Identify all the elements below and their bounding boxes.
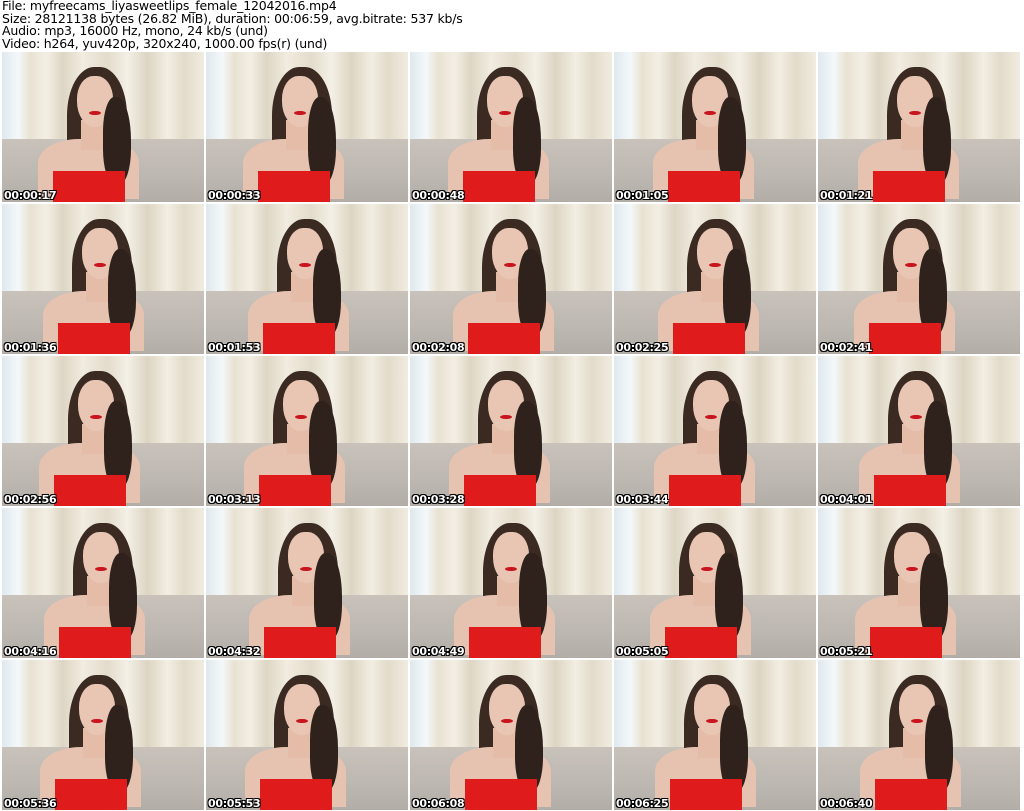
person <box>208 204 408 354</box>
video-thumbnail: 00:00:48 <box>410 52 612 202</box>
video-thumbnail: 00:04:49 <box>410 508 612 658</box>
person <box>818 204 1016 354</box>
timestamp: 00:03:28 <box>412 493 465 506</box>
timestamp: 00:03:13 <box>208 493 261 506</box>
video-thumbnail: 00:04:16 <box>2 508 204 658</box>
timestamp: 00:05:36 <box>4 797 57 810</box>
person <box>209 508 408 658</box>
timestamp: 00:05:05 <box>616 645 669 658</box>
timestamp: 00:04:32 <box>208 645 261 658</box>
person <box>410 660 612 810</box>
person <box>614 52 815 202</box>
thumbnail-grid: 00:00:17 00:00:33 00:00:48 00:01:05 00:01:21… <box>2 52 1022 810</box>
person <box>206 356 406 506</box>
video-thumbnail: 00:02:41 <box>818 204 1020 354</box>
timestamp: 00:06:25 <box>616 797 669 810</box>
timestamp: 00:03:44 <box>616 493 669 506</box>
timestamp: 00:04:16 <box>4 645 57 658</box>
timestamp: 00:02:41 <box>820 341 873 354</box>
person <box>413 204 612 354</box>
person <box>820 660 1020 810</box>
video-thumbnail: 00:03:13 <box>206 356 408 506</box>
video-thumbnail: 00:05:53 <box>206 660 408 810</box>
video-thumbnail: 00:06:08 <box>410 660 612 810</box>
person <box>206 660 407 810</box>
timestamp: 00:05:53 <box>208 797 261 810</box>
video-thumbnail: 00:06:25 <box>614 660 816 810</box>
person <box>3 204 204 354</box>
timestamp: 00:00:33 <box>208 189 261 202</box>
timestamp: 00:01:05 <box>616 189 669 202</box>
person <box>4 508 204 658</box>
person <box>2 52 200 202</box>
video-thumbnail: 00:02:25 <box>614 204 816 354</box>
video-thumbnail: 00:00:33 <box>206 52 408 202</box>
video-thumbnail: 00:00:17 <box>2 52 204 202</box>
video-thumbnail: 00:05:05 <box>614 508 816 658</box>
video-thumbnail: 00:03:44 <box>614 356 816 506</box>
video-thumbnail: 00:03:28 <box>410 356 612 506</box>
video-thumbnail: 00:01:53 <box>206 204 408 354</box>
person <box>818 508 1017 658</box>
person <box>410 52 610 202</box>
person <box>818 52 1020 202</box>
person <box>819 356 1020 506</box>
person <box>618 204 816 354</box>
video-thumbnail: 00:04:32 <box>206 508 408 658</box>
timestamp: 00:00:48 <box>412 189 465 202</box>
person <box>615 660 816 810</box>
timestamp: 00:06:40 <box>820 797 873 810</box>
video-thumbnail: 00:04:01 <box>818 356 1020 506</box>
timestamp: 00:02:08 <box>412 341 465 354</box>
person <box>2 660 202 810</box>
person <box>614 356 816 506</box>
video-info: Video: h264, yuv420p, 320x240, 1000.00 f… <box>2 35 328 51</box>
timestamp: 00:01:36 <box>4 341 57 354</box>
person <box>614 508 812 658</box>
timestamp: 00:00:17 <box>4 189 57 202</box>
timestamp: 00:04:49 <box>412 645 465 658</box>
video-thumbnail: 00:01:36 <box>2 204 204 354</box>
timestamp: 00:04:01 <box>820 493 873 506</box>
timestamp: 00:02:56 <box>4 493 57 506</box>
file-info-header: File: myfreecams_liyasweetlips_female_12… <box>2 0 463 50</box>
timestamp: 00:06:08 <box>412 797 465 810</box>
person <box>410 356 611 506</box>
timestamp: 00:01:21 <box>820 189 873 202</box>
video-thumbnail: 00:01:21 <box>818 52 1020 202</box>
video-thumbnail: 00:05:21 <box>818 508 1020 658</box>
video-thumbnail: 00:02:56 <box>2 356 204 506</box>
video-thumbnail: 00:06:40 <box>818 660 1020 810</box>
video-thumbnail: 00:01:05 <box>614 52 816 202</box>
timestamp: 00:01:53 <box>208 341 261 354</box>
timestamp: 00:05:21 <box>820 645 873 658</box>
person <box>2 356 201 506</box>
person <box>206 52 405 202</box>
video-thumbnail: 00:05:36 <box>2 660 204 810</box>
timestamp: 00:02:25 <box>616 341 669 354</box>
person <box>414 508 612 658</box>
video-thumbnail: 00:02:08 <box>410 204 612 354</box>
